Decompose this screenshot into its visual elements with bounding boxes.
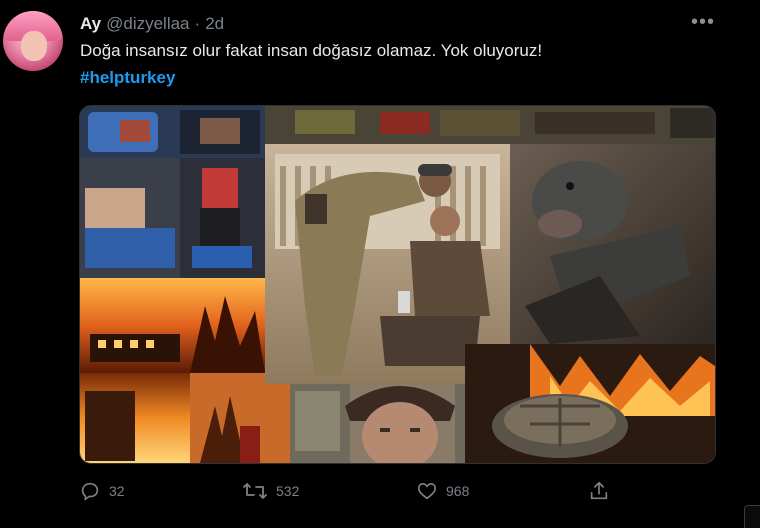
- like-count: 968: [446, 483, 470, 499]
- like-action[interactable]: 968: [416, 478, 469, 504]
- retweet-count: 532: [276, 483, 300, 499]
- tweet-header: Ay @dizyellaa · 2d: [80, 14, 224, 36]
- tweet-actions: 32 532 968: [79, 478, 719, 504]
- reply-action[interactable]: 32: [79, 478, 125, 504]
- reply-count: 32: [109, 483, 125, 499]
- retweet-action[interactable]: 532: [242, 478, 299, 504]
- tweet-text: Doğa insansız olur fakat insan doğasız o…: [80, 41, 543, 60]
- author-display-name[interactable]: Ay: [80, 14, 101, 34]
- reply-icon: [81, 482, 99, 501]
- share-action[interactable]: [588, 478, 610, 504]
- heart-icon: [417, 483, 437, 500]
- tweet-timestamp[interactable]: 2d: [205, 14, 224, 34]
- retweet-icon: [243, 483, 267, 499]
- avatar-face: [21, 31, 47, 61]
- tile-rubble-strip: [265, 106, 715, 144]
- tile-young-man: [290, 384, 465, 463]
- more-options-icon[interactable]: •••: [690, 12, 716, 32]
- tile-burned-animal: [510, 144, 715, 344]
- hashtag-link[interactable]: #helpturkey: [80, 68, 175, 88]
- header-separator: ·: [194, 14, 201, 33]
- collage-image: [80, 106, 715, 463]
- scrollbar[interactable]: [744, 505, 760, 528]
- author-handle[interactable]: @dizyellaa: [106, 14, 189, 34]
- tile-burning-town: [80, 278, 265, 373]
- tile-tortoise-fire: [465, 344, 715, 463]
- tile-fire-building: [80, 373, 290, 463]
- author-avatar[interactable]: [3, 11, 63, 71]
- share-icon: [590, 481, 608, 500]
- tweet-media-collage[interactable]: [79, 105, 716, 464]
- tile-patients: [80, 158, 265, 278]
- tile-injured-top: [80, 106, 265, 158]
